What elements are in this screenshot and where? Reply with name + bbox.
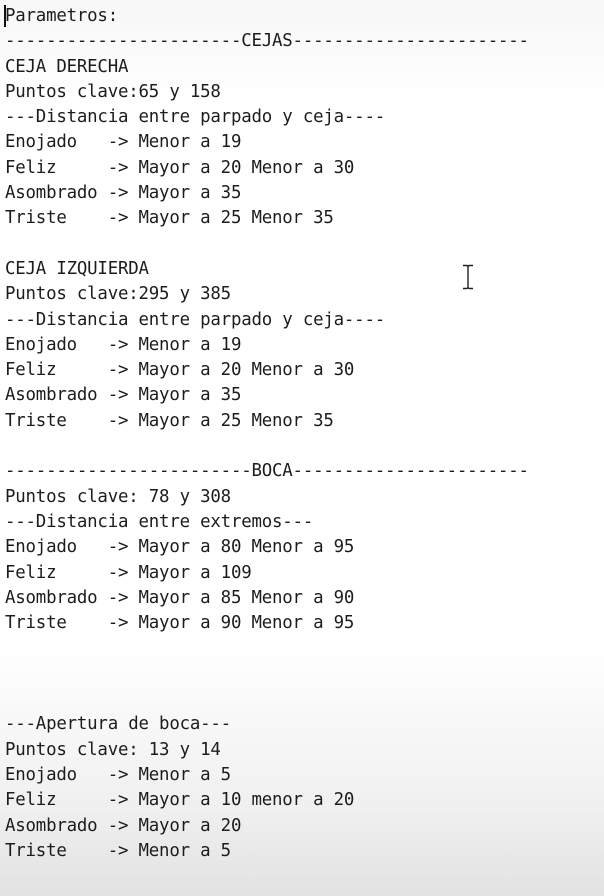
text-line[interactable] — [5, 687, 600, 712]
text-line[interactable]: -----------------------CEJAS------------… — [5, 29, 600, 54]
text-line[interactable]: Puntos clave:295 y 385 — [5, 282, 600, 307]
text-line[interactable]: ---Distancia entre parpado y ceja---- — [5, 308, 600, 333]
text-line[interactable]: Triste -> Mayor a 90 Menor a 95 — [5, 611, 600, 636]
text-line[interactable]: Puntos clave:65 y 158 — [5, 80, 600, 105]
text-line[interactable]: Feliz -> Mayor a 109 — [5, 561, 600, 586]
text-caret — [4, 5, 6, 27]
text-line[interactable]: Triste -> Mayor a 25 Menor 35 — [5, 409, 600, 434]
text-line[interactable]: Enojado -> Menor a 5 — [5, 763, 600, 788]
text-line[interactable]: Parametros: — [5, 4, 600, 29]
text-line[interactable]: ---Apertura de boca--- — [5, 712, 600, 737]
text-line[interactable]: Puntos clave: 13 y 14 — [5, 738, 600, 763]
text-line[interactable]: ---Distancia entre extremos--- — [5, 510, 600, 535]
text-line[interactable]: CEJA IZQUIERDA — [5, 257, 600, 282]
text-line[interactable]: Feliz -> Mayor a 20 Menor a 30 — [5, 156, 600, 181]
text-line[interactable]: Feliz -> Mayor a 10 menor a 20 — [5, 788, 600, 813]
i-beam-icon — [461, 264, 475, 290]
text-line[interactable]: Asombrado -> Mayor a 35 — [5, 181, 600, 206]
text-line[interactable]: Triste -> Menor a 5 — [5, 839, 600, 864]
text-line[interactable]: Asombrado -> Mayor a 35 — [5, 383, 600, 408]
text-line[interactable] — [5, 636, 600, 661]
text-line[interactable]: ------------------------BOCA------------… — [5, 459, 600, 484]
text-line[interactable]: ---Distancia entre parpado y ceja---- — [5, 105, 600, 130]
text-line[interactable]: Triste -> Mayor a 25 Menor 35 — [5, 206, 600, 231]
text-editor-area[interactable]: Parametros: -----------------------CEJAS… — [5, 4, 600, 864]
text-line[interactable] — [5, 232, 600, 257]
text-line[interactable]: Puntos clave: 78 y 308 — [5, 485, 600, 510]
text-line[interactable]: Feliz -> Mayor a 20 Menor a 30 — [5, 358, 600, 383]
text-line[interactable]: Enojado -> Mayor a 80 Menor a 95 — [5, 535, 600, 560]
text-line[interactable]: CEJA DERECHA — [5, 55, 600, 80]
text-line[interactable] — [5, 662, 600, 687]
text-line[interactable] — [5, 434, 600, 459]
text-line[interactable]: Asombrado -> Mayor a 85 Menor a 90 — [5, 586, 600, 611]
text-line[interactable]: Asombrado -> Mayor a 20 — [5, 814, 600, 839]
text-line[interactable]: Enojado -> Menor a 19 — [5, 130, 600, 155]
text-line[interactable]: Enojado -> Menor a 19 — [5, 333, 600, 358]
